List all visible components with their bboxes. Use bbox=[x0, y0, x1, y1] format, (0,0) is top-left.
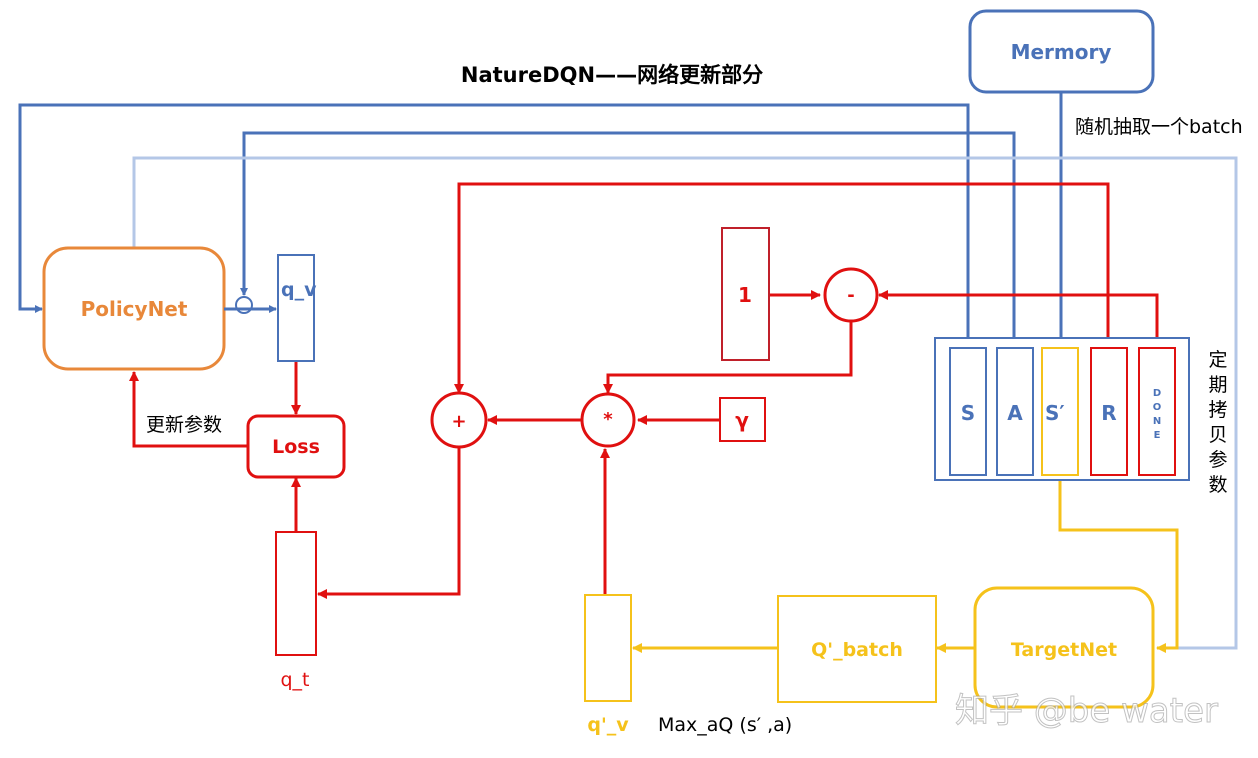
qt-label: q_t bbox=[280, 669, 309, 691]
batch-s-prime-label: S′ bbox=[1045, 401, 1065, 425]
line-sprime-to-targetnet bbox=[1058, 476, 1179, 653]
qprimev-node bbox=[584, 594, 632, 702]
minus-operator: - bbox=[823, 267, 879, 323]
line-a-to-qv bbox=[240, 131, 1016, 348]
gamma-label: γ bbox=[735, 408, 749, 432]
update-params-label: 更新参数 bbox=[146, 414, 222, 436]
diagram-title: NatureDQN——网络更新部分 bbox=[461, 63, 763, 87]
copy-params-label: 定 期 拷 贝 参 数 bbox=[1208, 349, 1227, 496]
qprimev-label: q'_v bbox=[587, 714, 629, 736]
sample-batch-label: 随机抽取一个batch bbox=[1075, 116, 1243, 138]
targetnet-label: TargetNet bbox=[1011, 639, 1117, 661]
batch-done-o: O bbox=[1153, 402, 1162, 413]
gather-junction-icon bbox=[235, 296, 253, 314]
targetnet-node: TargetNet bbox=[973, 586, 1155, 709]
watermark: 知乎 @be water bbox=[955, 691, 1218, 731]
qv-node: q_v bbox=[277, 254, 317, 362]
batch-s-label: S bbox=[961, 401, 975, 425]
qv-label: q_v bbox=[281, 279, 317, 301]
qbatch-label: Q'_batch bbox=[811, 639, 903, 661]
plus-operator: + bbox=[430, 391, 488, 449]
dqn-diagram: NatureDQN——网络更新部分 Mermory 随机抽取一个batch Po… bbox=[18, 9, 1243, 736]
plus-label: + bbox=[451, 411, 466, 432]
times-operator: * bbox=[580, 392, 636, 448]
batch-done-n: N bbox=[1153, 416, 1161, 427]
qt-node bbox=[275, 531, 317, 656]
batch-a-label: A bbox=[1007, 401, 1023, 425]
copy-params-char: 参 bbox=[1208, 449, 1227, 471]
minus-label: - bbox=[847, 285, 854, 306]
copy-params-char: 期 bbox=[1208, 374, 1227, 396]
gamma-node: γ bbox=[719, 397, 766, 442]
loss-node: Loss bbox=[246, 414, 346, 479]
copy-params-char: 定 bbox=[1208, 349, 1227, 371]
times-label: * bbox=[603, 409, 613, 430]
batch-done-e: E bbox=[1154, 430, 1161, 441]
policynet-label: PolicyNet bbox=[81, 297, 188, 321]
copy-params-char: 拷 bbox=[1208, 399, 1227, 421]
policynet-node: PolicyNet bbox=[42, 246, 226, 371]
copy-params-char: 贝 bbox=[1208, 424, 1227, 446]
memory-label: Mermory bbox=[1011, 40, 1112, 64]
memory-node: Mermory bbox=[968, 9, 1155, 94]
batch-done-d: D bbox=[1153, 388, 1161, 399]
one-node: 1 bbox=[721, 227, 770, 361]
qbatch-node: Q'_batch bbox=[777, 595, 937, 703]
one-label: 1 bbox=[738, 283, 752, 307]
batch-r-label: R bbox=[1101, 401, 1116, 425]
batch-container: S A S′ R D O N E bbox=[934, 337, 1190, 481]
max-aq-label: Max_aQ (s′ ,a) bbox=[658, 714, 792, 736]
copy-params-char: 数 bbox=[1208, 474, 1227, 496]
loss-label: Loss bbox=[272, 436, 320, 458]
